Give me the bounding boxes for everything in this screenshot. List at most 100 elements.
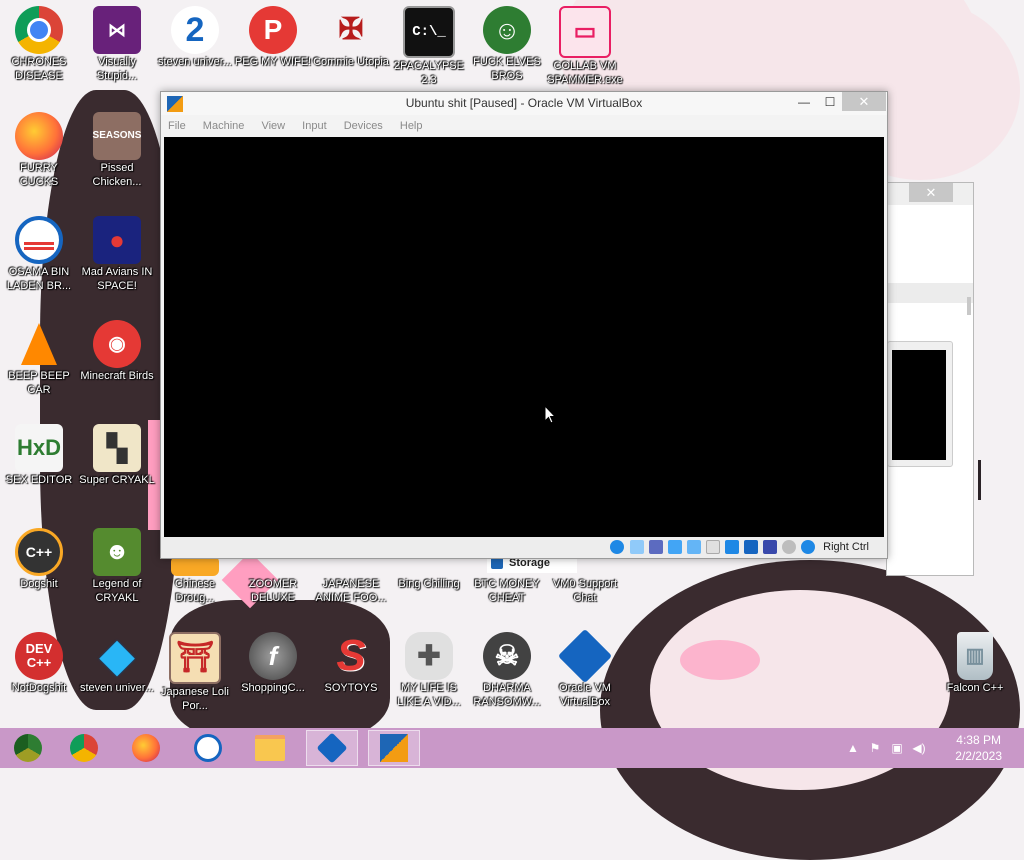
torii-icon: ⛩ [169,632,221,684]
desktop-icon[interactable]: S SOYTOYS [312,632,390,695]
network-icon[interactable]: ▣ [890,741,904,755]
network-icon[interactable] [667,540,682,554]
taskbar-button-chrome[interactable] [58,730,110,766]
audio-icon[interactable] [648,540,663,554]
desktop-icon[interactable]: CHRONES DISEASE [0,6,78,83]
menu-machine[interactable]: Machine [196,115,252,132]
taskbar-button-obama[interactable] [182,730,234,766]
close-button[interactable]: ✕ [909,183,953,202]
visual-studio-icon: ⋈ [93,6,141,54]
desktop-icon[interactable]: C++ Dogshit [0,528,78,591]
optical-drive-icon[interactable] [629,540,644,554]
desktop-icon[interactable]: Oracle VM VirtualBox [546,628,624,709]
desktop-icon[interactable]: ☻ Legend of CRYAKL [78,528,156,605]
desktop-icon[interactable]: ▚ Super CRYAKL [78,424,156,487]
menu-view[interactable]: View [254,115,292,132]
desktop-icon[interactable]: ⋈ Visually Stupid... [78,6,156,83]
menu-file[interactable]: File [161,115,193,132]
display-icon[interactable] [724,540,739,554]
taskbar-button-firefox[interactable] [120,730,172,766]
desktop-icon[interactable]: ◆ steven univer... [78,632,156,695]
menu-devices[interactable]: Devices [337,115,390,132]
taskbar-button-virtualbox[interactable] [306,730,358,766]
desktop-icon[interactable]: Bing Chilling [390,577,468,591]
taskbar-button-vm-running[interactable] [368,730,420,766]
icon-label: Pissed Chicken... [92,162,142,188]
desktop-icon[interactable]: JAPANESE ANIME FOO... [312,577,390,605]
manager-content [887,205,973,575]
desktop-icon[interactable]: HxD SEX EDITOR [0,424,78,487]
icon-label: Oracle VM VirtualBox [559,682,611,708]
recycle-bin-icon: ▥ [957,632,993,680]
close-button[interactable]: ✕ [842,92,886,111]
icon-label: Minecraft Birds [80,370,154,382]
video-capture-icon[interactable] [743,540,758,554]
icon-label: OSAMA BIN LADEN BR... [6,266,72,292]
icon-label: ZOOMER DELUXE [248,578,298,604]
desktop-icon[interactable]: ☺ FUCK ELVES BROS [468,6,546,83]
usb-icon[interactable] [686,540,701,554]
desktop-icon[interactable]: ⛩ Japanese Loli Por... [156,632,234,713]
vm-window[interactable]: Ubuntu shit [Paused] - Oracle VM Virtual… [160,91,888,559]
icon-label: DHARMA RANSOMW... [473,682,541,708]
mouse-cursor-icon [544,405,556,424]
desktop-icon[interactable]: 2 steven univer... [156,6,234,69]
minimize-button[interactable]: — [791,92,817,112]
host-key-label: Right Ctrl [823,541,869,553]
desktop-icon[interactable]: f ShoppingC... [234,632,312,695]
taskbar-button-chrome-alt[interactable] [2,730,54,766]
icon-label: Falcon C++ [946,682,1004,694]
desktop-icon[interactable]: SEASONS Pissed Chicken... [78,112,156,189]
virtualbox-icon [557,628,613,684]
desktop-icon[interactable]: OSAMA BIN LADEN BR... [0,216,78,293]
devcpp-icon: DEV C++ [15,632,63,680]
desktop-icon[interactable]: C:\_ 2PACALYPSE 2.3 [390,6,468,87]
icon-label: SOYTOYS [324,682,378,694]
angry-bird-icon: ◉ [93,320,141,368]
desktop-icon[interactable]: ◉ Minecraft Birds [78,320,156,383]
desktop-icon[interactable]: BTC MONEY CHEAT [468,577,546,605]
title-bar[interactable]: Ubuntu shit [Paused] - Oracle VM Virtual… [161,92,887,115]
icon-label: Legend of CRYAKL [92,578,142,604]
s-logo-icon: S [336,631,366,680]
icon-label: BEEP BEEP CAR [8,370,70,396]
desktop-icon[interactable]: ▭ COLLAB VM SPAMMER.exe [546,6,624,87]
desktop-icon[interactable]: ✠ Commie Utopia [312,6,390,69]
show-hidden-icons-icon[interactable]: ▲ [846,741,860,755]
hard-disk-icon[interactable] [610,540,625,554]
shared-folders-icon[interactable] [705,540,720,554]
cpu-icon[interactable] [762,540,777,554]
taskbar-button-explorer[interactable] [244,730,296,766]
menu-help[interactable]: Help [393,115,430,132]
keyboard-capture-icon[interactable] [801,540,816,554]
eagle-emblem-icon: ✠ [338,13,364,46]
scrollbar[interactable] [967,297,971,315]
chinese-app-icon [171,556,219,576]
icon-label: JAPANESE ANIME FOO... [315,578,387,604]
maximize-button[interactable]: ☐ [817,92,843,112]
menu-input[interactable]: Input [295,115,333,132]
firefox-icon [132,734,160,762]
mouse-integration-icon[interactable] [782,540,797,554]
vm-display[interactable] [164,137,884,537]
desktop-icon[interactable]: ☠ DHARMA RANSOMW... [468,632,546,709]
storage-section-header[interactable]: Storage [487,557,577,573]
desktop-icon[interactable]: ZOOMER DELUXE [234,577,312,605]
desktop-icon[interactable]: ● Mad Avians IN SPACE! [78,216,156,293]
desktop-icon[interactable]: P PEG MY WIFE! [234,6,312,69]
title-bar[interactable]: ☐ ✕ [887,183,973,205]
desktop-icon[interactable]: FURRY CUCKS [0,112,78,189]
pegasus-icon: P [249,6,297,54]
virtualbox-icon [316,732,348,764]
action-center-flag-icon[interactable]: ⚑ [868,741,882,755]
virtualbox-vm-icon [380,734,408,762]
virtualbox-manager-window[interactable]: ☐ ✕ [886,182,974,576]
desktop-icon[interactable]: VM0 Support Chat [546,577,624,605]
desktop-icon[interactable]: ✚ MY LIFE IS LIKE A VID... [390,632,468,709]
desktop-icon[interactable]: DEV C++ NotDogshit [0,632,78,695]
volume-icon[interactable]: ◀) [912,741,926,755]
clock[interactable]: 4:38 PM 2/2/2023 [955,732,1002,764]
desktop-icon[interactable]: ▥ Falcon C++ [936,632,1014,695]
desktop-icon[interactable]: BEEP BEEP CAR [0,320,78,397]
icon-label: Super CRYAKL [79,474,155,486]
